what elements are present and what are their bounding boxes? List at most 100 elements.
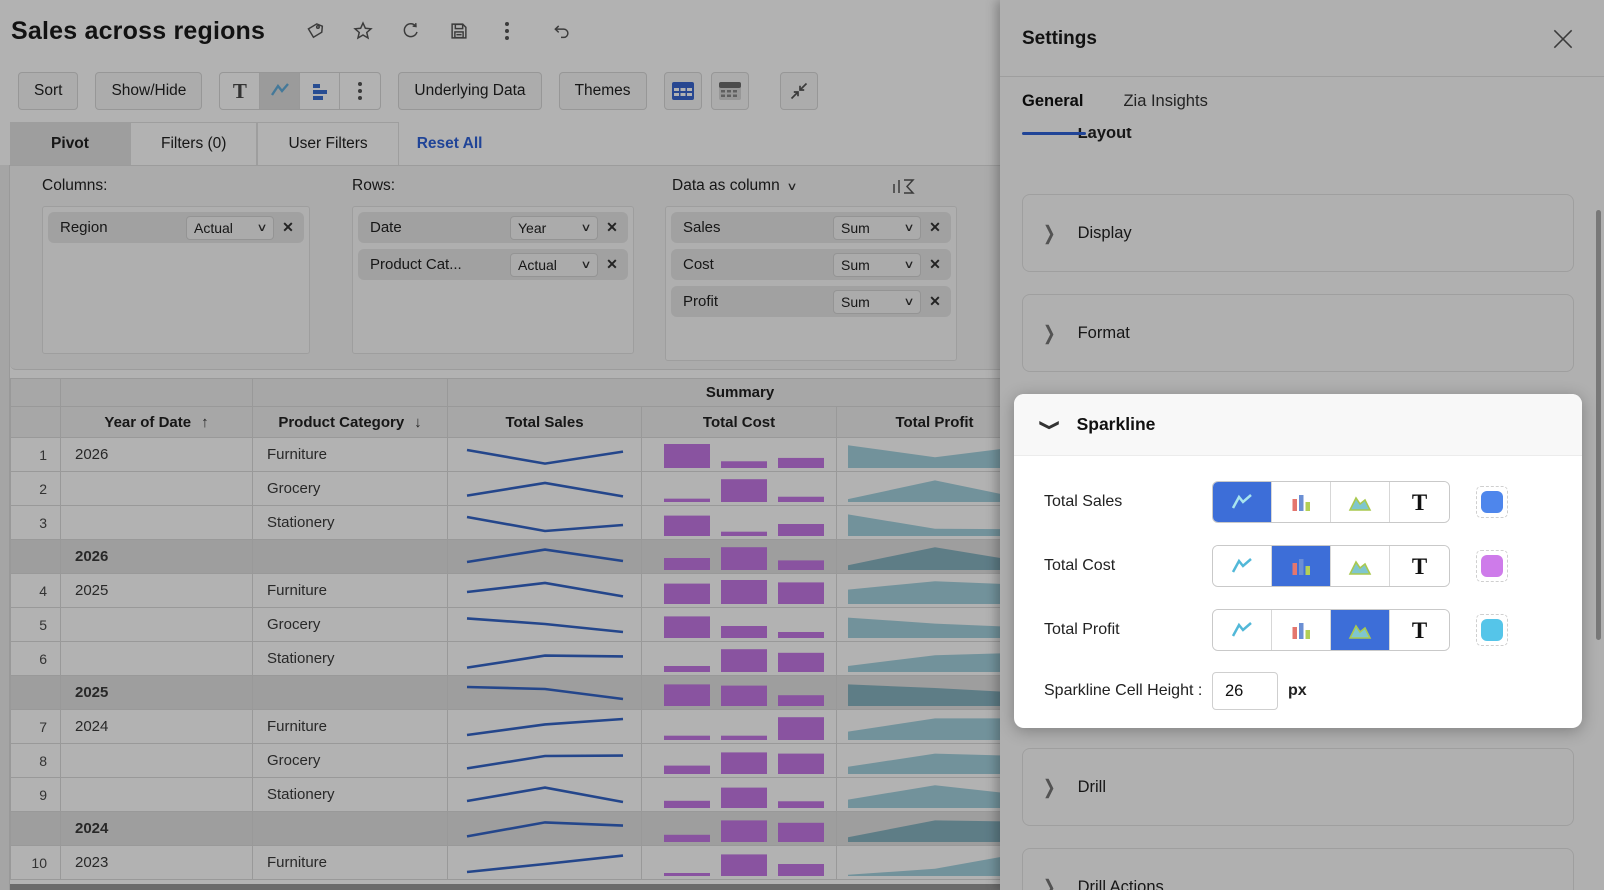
total-sales-cell[interactable] — [448, 506, 642, 540]
aggregation-select[interactable]: Sum∨ — [833, 216, 921, 240]
remove-field-icon[interactable]: ✕ — [602, 256, 622, 273]
total-profit-cell[interactable] — [837, 438, 1005, 472]
total-cost-cell[interactable] — [642, 472, 837, 506]
field-chip-product-cat-[interactable]: Product Cat...Actual∨✕ — [358, 249, 628, 280]
aggregation-select[interactable]: Actual∨ — [510, 253, 598, 277]
cell-height-input[interactable] — [1212, 672, 1278, 710]
total-sales-cell[interactable] — [448, 574, 642, 608]
section-format[interactable]: ❯ Format — [1022, 294, 1574, 372]
section-display[interactable]: ❯ Display — [1022, 194, 1574, 272]
remove-field-icon[interactable]: ✕ — [925, 219, 945, 236]
total-profit-cell[interactable] — [837, 506, 1005, 540]
table-row[interactable]: 8Grocery — [11, 744, 1005, 778]
underlying-data-button[interactable]: Underlying Data — [398, 72, 541, 110]
collapse-panel-button[interactable] — [780, 72, 818, 110]
total-profit-cell[interactable] — [837, 574, 1005, 608]
subtotal-row[interactable]: 2024 — [11, 812, 1005, 846]
data-as-column-dropdown[interactable]: Data as column ∨ — [672, 177, 796, 195]
table-row[interactable]: 9Stationery — [11, 778, 1005, 812]
table-row[interactable]: 12026Furniture — [11, 438, 1005, 472]
sort-asc-icon[interactable]: ↑ — [201, 414, 209, 431]
table-row[interactable]: 102023Furniture — [11, 846, 1005, 880]
data-well[interactable]: SalesSum∨✕CostSum∨✕ProfitSum∨✕ — [665, 206, 957, 361]
total-cost-cell[interactable] — [642, 642, 837, 676]
color-swatch[interactable] — [1476, 614, 1508, 646]
field-chip-profit[interactable]: ProfitSum∨✕ — [671, 286, 951, 317]
line-sparkline-view-button[interactable] — [260, 73, 300, 109]
table-row[interactable]: 6Stationery — [11, 642, 1005, 676]
table-row[interactable]: 2Grocery — [11, 472, 1005, 506]
table-view-gray-button[interactable] — [711, 72, 749, 110]
total-cost-cell[interactable] — [642, 778, 837, 812]
aggregation-select[interactable]: Year∨ — [510, 216, 598, 240]
save-icon[interactable] — [447, 19, 471, 43]
column-header-year[interactable]: Year of Date↑ — [61, 407, 253, 438]
total-profit-cell[interactable] — [837, 540, 1005, 574]
bar-type-button[interactable] — [1272, 482, 1331, 523]
total-sales-cell[interactable] — [448, 846, 642, 880]
line-type-button[interactable] — [1213, 482, 1272, 523]
bar-type-button[interactable] — [1272, 610, 1331, 651]
sort-desc-icon[interactable]: ↓ — [414, 414, 422, 431]
remove-field-icon[interactable]: ✕ — [278, 219, 298, 236]
table-row[interactable]: 72024Furniture — [11, 710, 1005, 744]
total-sales-cell[interactable] — [448, 710, 642, 744]
field-chip-region[interactable]: RegionActual∨✕ — [48, 212, 304, 243]
total-cost-cell[interactable] — [642, 676, 837, 710]
total-cost-cell[interactable] — [642, 540, 837, 574]
field-chip-cost[interactable]: CostSum∨✕ — [671, 249, 951, 280]
table-row[interactable]: 42025Furniture — [11, 574, 1005, 608]
tab-zia-insights[interactable]: Zia Insights — [1123, 92, 1207, 123]
total-profit-cell[interactable] — [837, 710, 1005, 744]
total-profit-cell[interactable] — [837, 608, 1005, 642]
show-hide-button[interactable]: Show/Hide — [95, 72, 202, 110]
aggregation-select[interactable]: Sum∨ — [833, 253, 921, 277]
total-cost-cell[interactable] — [642, 710, 837, 744]
table-row[interactable]: 5Grocery — [11, 608, 1005, 642]
tab-general[interactable]: General — [1022, 92, 1083, 123]
total-profit-cell[interactable] — [837, 642, 1005, 676]
reset-all-link[interactable]: Reset All — [417, 135, 483, 153]
view-more-button[interactable] — [340, 73, 380, 109]
column-header-total-sales[interactable]: Total Sales — [448, 407, 642, 438]
area-type-button[interactable] — [1331, 482, 1390, 523]
text-type-button[interactable]: T — [1390, 546, 1449, 587]
undo-icon[interactable] — [549, 19, 573, 43]
total-profit-cell[interactable] — [837, 676, 1005, 710]
total-sales-cell[interactable] — [448, 438, 642, 472]
total-sales-cell[interactable] — [448, 642, 642, 676]
total-sales-cell[interactable] — [448, 608, 642, 642]
rows-well[interactable]: DateYear∨✕Product Cat...Actual∨✕ — [352, 206, 634, 354]
remove-field-icon[interactable]: ✕ — [925, 256, 945, 273]
total-sales-cell[interactable] — [448, 812, 642, 846]
total-sales-cell[interactable] — [448, 472, 642, 506]
total-profit-cell[interactable] — [837, 472, 1005, 506]
remove-field-icon[interactable]: ✕ — [602, 219, 622, 236]
total-cost-cell[interactable] — [642, 574, 837, 608]
sort-button[interactable]: Sort — [18, 72, 78, 110]
total-sales-cell[interactable] — [448, 676, 642, 710]
aggregation-select[interactable]: Actual∨ — [186, 216, 274, 240]
total-cost-cell[interactable] — [642, 744, 837, 778]
star-icon[interactable] — [351, 19, 375, 43]
columns-well[interactable]: RegionActual∨✕ — [42, 206, 310, 354]
column-header-category[interactable]: Product Category↓ — [253, 407, 448, 438]
tab-user-filters[interactable]: User Filters — [257, 122, 398, 165]
bar-type-button[interactable] — [1272, 546, 1331, 587]
tag-icon[interactable] — [303, 19, 327, 43]
area-type-button[interactable] — [1331, 546, 1390, 587]
settings-scrollbar[interactable] — [1596, 210, 1601, 640]
total-sales-cell[interactable] — [448, 744, 642, 778]
total-cost-cell[interactable] — [642, 608, 837, 642]
text-type-button[interactable]: T — [1390, 482, 1449, 523]
bar-sparkline-view-button[interactable] — [300, 73, 340, 109]
total-cost-cell[interactable] — [642, 506, 837, 540]
themes-button[interactable]: Themes — [559, 72, 647, 110]
sparkline-section-header[interactable]: ❯ Sparkline — [1014, 394, 1582, 456]
total-cost-cell[interactable] — [642, 438, 837, 472]
column-header-total-cost[interactable]: Total Cost — [642, 407, 837, 438]
color-swatch[interactable] — [1476, 550, 1508, 582]
line-type-button[interactable] — [1213, 610, 1272, 651]
section-drill[interactable]: ❯ Drill — [1022, 748, 1574, 826]
table-view-blue-button[interactable] — [664, 72, 702, 110]
